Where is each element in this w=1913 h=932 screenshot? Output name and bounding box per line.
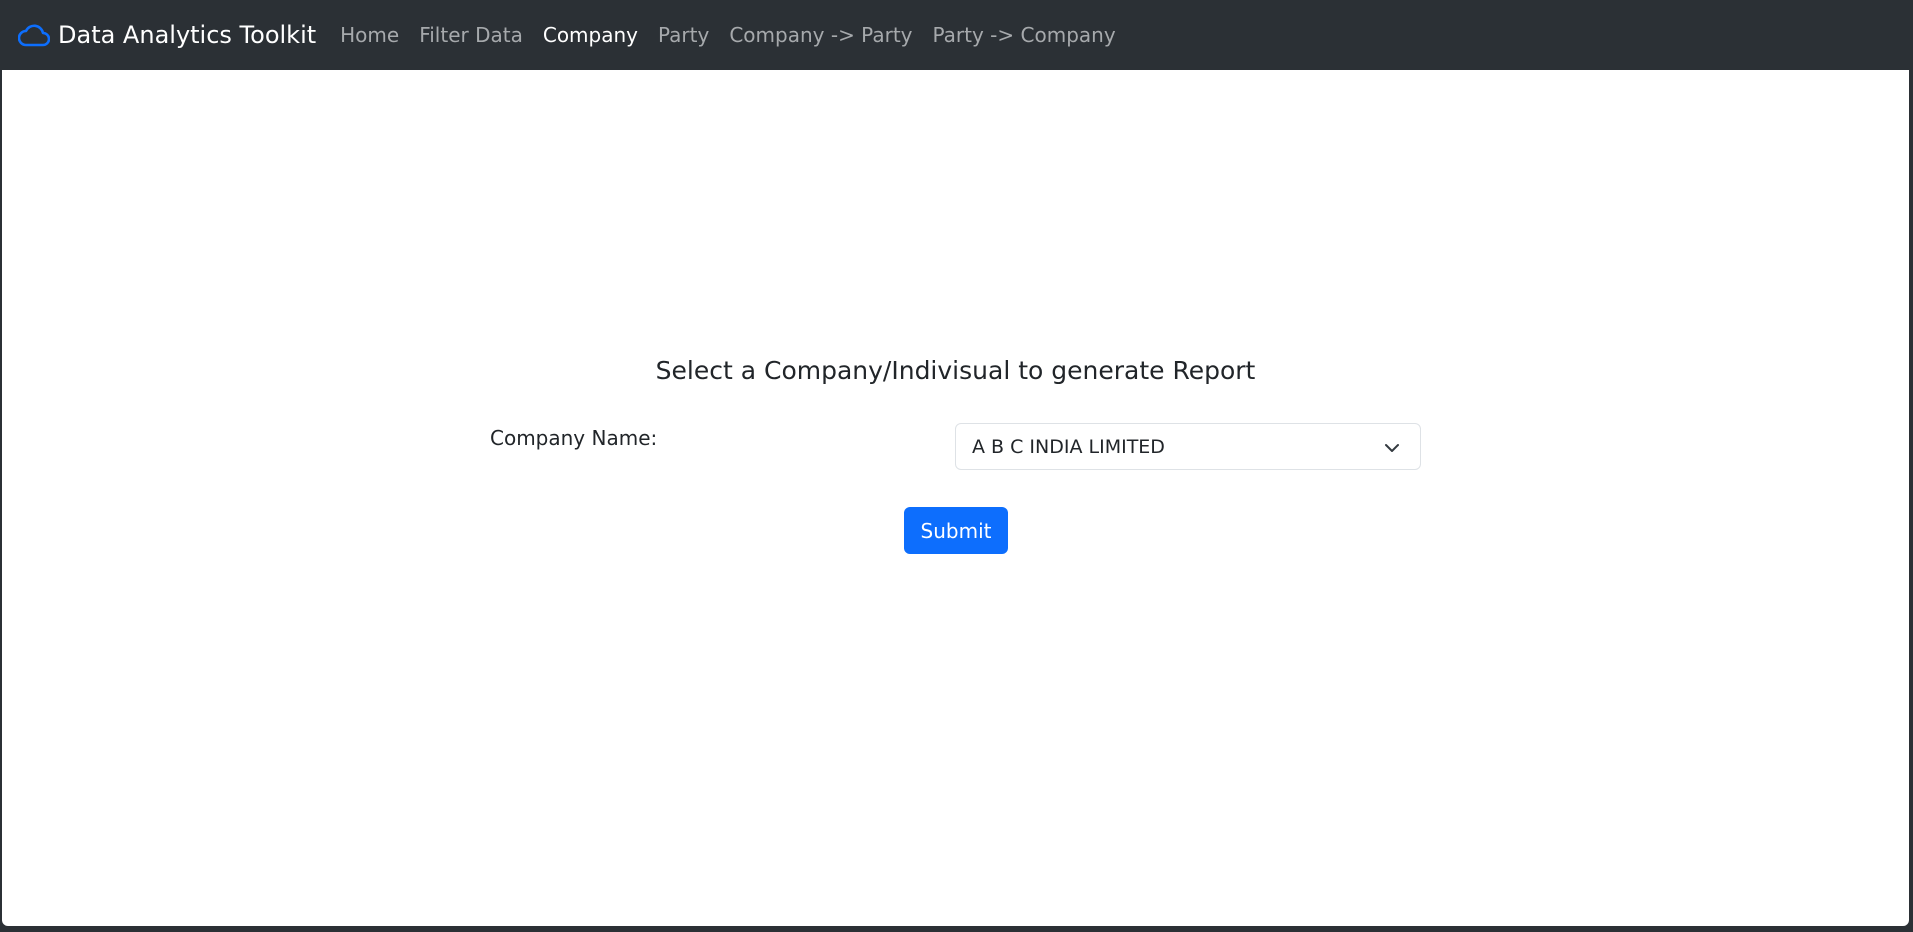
nav-party-to-company[interactable]: Party -> Company	[933, 23, 1116, 47]
nav-filter-data[interactable]: Filter Data	[419, 23, 523, 47]
submit-button[interactable]: Submit	[904, 507, 1008, 554]
nav-party[interactable]: Party	[658, 23, 709, 47]
chevron-down-icon	[1384, 439, 1400, 455]
company-select[interactable]: A B C INDIA LIMITED	[955, 423, 1421, 470]
nav-home[interactable]: Home	[340, 23, 399, 47]
company-select-value: A B C INDIA LIMITED	[972, 435, 1165, 458]
nav-links: Home Filter Data Company Party Company -…	[336, 23, 1116, 47]
cloud-icon	[17, 22, 51, 48]
page-heading: Select a Company/Indivisual to generate …	[655, 356, 1256, 385]
nav-company[interactable]: Company	[543, 23, 638, 47]
top-navbar: Data Analytics Toolkit Home Filter Data …	[0, 0, 1913, 70]
main-content: Select a Company/Indivisual to generate …	[2, 70, 1909, 926]
brand-title: Data Analytics Toolkit	[58, 21, 317, 49]
brand-link[interactable]: Data Analytics Toolkit	[17, 21, 317, 49]
company-name-label: Company Name:	[490, 426, 658, 450]
nav-company-to-party[interactable]: Company -> Party	[729, 23, 912, 47]
